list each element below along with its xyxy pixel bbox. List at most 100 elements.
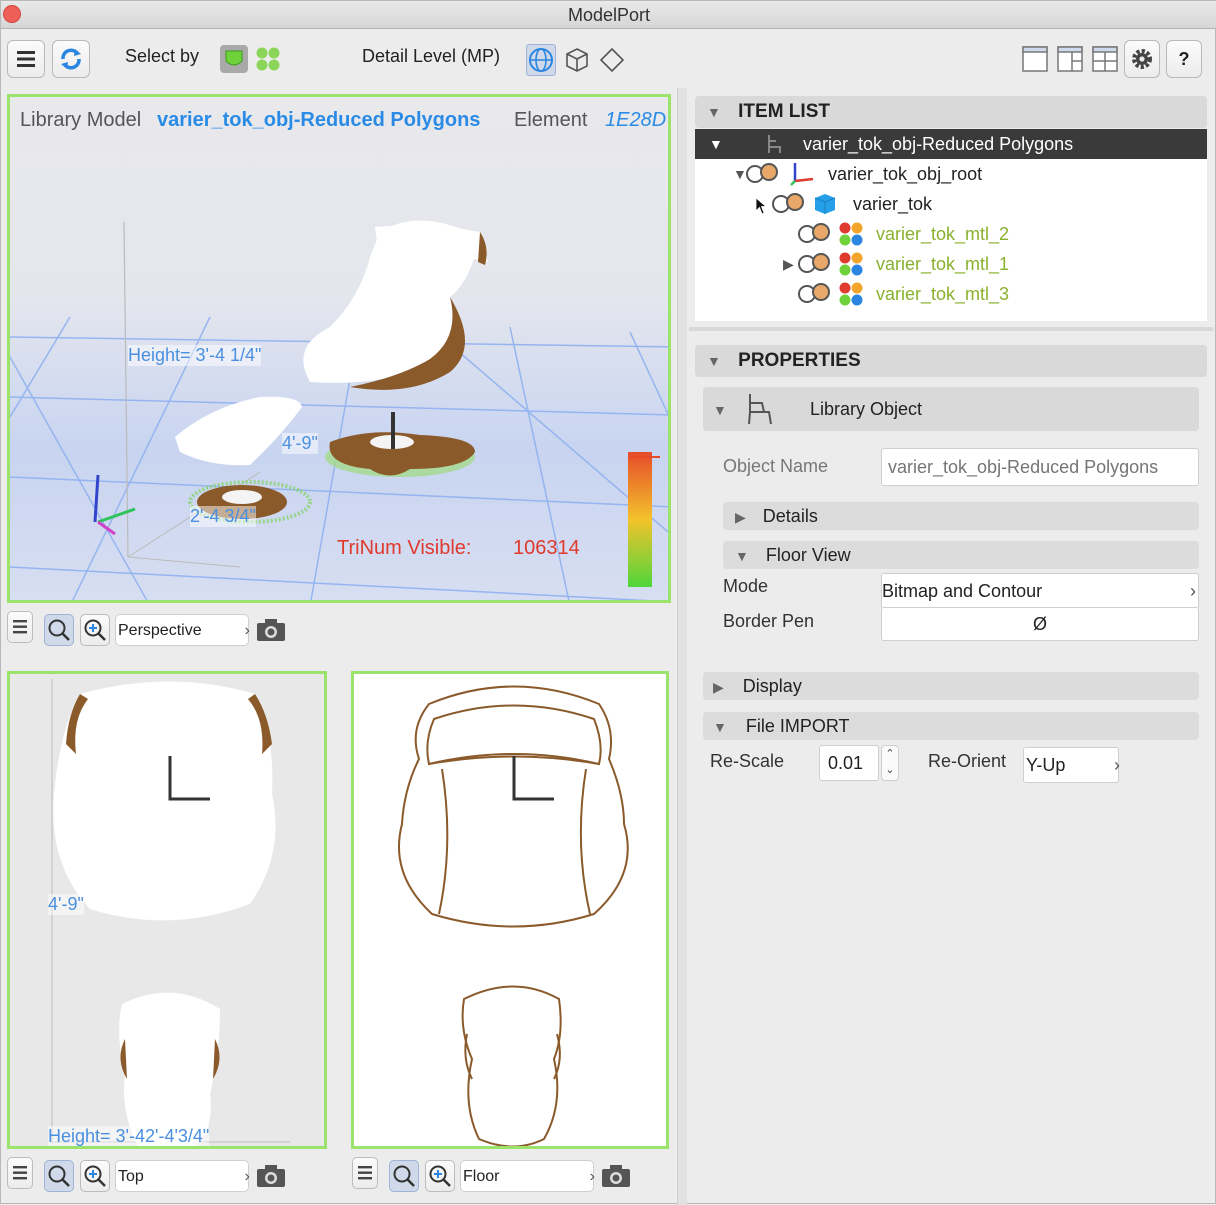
triangle-down-icon: ▼ [709,136,723,152]
visibility-glasses-icon [798,283,830,303]
top-view-snapshot-button[interactable] [255,1160,285,1192]
detail-box-button[interactable] [562,44,592,76]
floor-viewport[interactable] [351,671,669,1149]
floor-view-zoom-in-button[interactable] [425,1160,455,1192]
file-import-section[interactable]: ▼ File IMPORT [703,712,1199,740]
cube-icon [566,48,588,72]
floor-view-scene [398,685,629,1146]
library-model-label: Library Model [20,109,142,131]
stepper-down-icon[interactable]: ⌄ [882,762,898,778]
horizontal-divider[interactable] [689,327,1213,331]
visibility-glasses-icon [798,223,830,243]
zoom-in-icon [429,1165,451,1187]
chevron-right-icon: › [589,1168,595,1185]
detail-diamond-button[interactable] [597,44,627,76]
chair-icon [748,394,772,425]
help-button[interactable]: ? [1166,40,1202,78]
display-section[interactable]: ▶ Display [703,672,1199,700]
select-by-material-button[interactable] [254,45,282,73]
reorient-label: Re-Orient [928,751,1007,771]
gear-icon [1132,49,1152,69]
element-label: Element [514,109,588,131]
panel-splitter[interactable] [677,88,687,1205]
menu-button[interactable] [7,40,45,78]
tree-item-mtl-2[interactable]: varier_tok_mtl_2 [695,219,1207,249]
layout-quad-button[interactable] [1090,43,1120,75]
top-viewport[interactable]: 4'-9" Height= 3'-42'-4'3/4" [7,671,327,1149]
layout-single-button[interactable] [1020,43,1050,75]
material-icon [839,282,863,306]
triangle-down-icon: ▼ [713,719,727,735]
stepper-up-icon[interactable]: ⌃ [882,746,898,762]
detail-sphere-button[interactable] [526,44,556,76]
triangle-down-icon: ▼ [735,548,749,564]
layout-split-icon [1057,46,1083,72]
properties-header[interactable]: ▼ PROPERTIES [695,345,1207,377]
tree-item-mtl-1[interactable]: ▶ varier_tok_mtl_1 [695,249,1207,279]
mesh-cube-icon [814,194,836,214]
refresh-icon [61,48,81,70]
tree-item-mtl-3[interactable]: varier_tok_mtl_3 [695,279,1207,309]
refresh-button[interactable] [52,40,90,78]
properties-title: PROPERTIES [738,350,861,371]
mode-label: Mode [723,576,769,596]
triangle-right-icon: ▶ [713,679,724,695]
magnifier-icon [48,1165,70,1187]
axes-icon [790,163,814,186]
layout-single-icon [1022,46,1048,72]
list-icon [17,51,35,67]
display-label: Display [742,676,802,696]
floor-view-section[interactable]: ▼ Floor View [723,541,1199,569]
tree-item-root-model[interactable]: ▼ varier_tok_obj-Reduced Polygons [695,129,1207,159]
top-view-menu-button[interactable] [7,1157,33,1189]
rescale-field[interactable]: 0.01 [819,745,879,781]
height-dimension-label: Height= 3'-4 1/4" [128,345,262,366]
view3d-mode-select[interactable]: Perspective › [115,614,250,646]
perspective-viewport[interactable]: Library Model varier_tok_obj-Reduced Pol… [7,94,671,603]
close-window-button[interactable] [3,5,21,23]
mode-value: Bitmap and Contour [882,581,1043,601]
chair-icon [768,135,781,153]
top-view-mode-select[interactable]: Top › [115,1160,250,1192]
floor-view-snapshot-button[interactable] [600,1160,630,1192]
material-dots-icon [256,47,280,71]
floor-view-mode-select[interactable]: Floor › [460,1160,595,1192]
object-name-field[interactable] [881,448,1199,486]
view3d-zoom-fit-button[interactable] [44,614,74,646]
top-view-zoom-fit-button[interactable] [44,1160,74,1192]
library-model-value: varier_tok_obj-Reduced Polygons [157,109,481,131]
trinum-label: TriNum Visible: [337,537,472,559]
list-icon [13,1166,27,1180]
reorient-select[interactable]: Y-Up › [1023,747,1120,783]
select-by-object-button[interactable] [220,45,248,73]
tree-item-obj-root[interactable]: ▼ varier_tok_obj_root [695,159,1207,189]
top-width-dimension-label: 4'-9" [48,894,84,915]
triangle-right-icon: ▶ [735,509,746,525]
reorient-value: Y-Up [1026,755,1066,775]
settings-button[interactable] [1124,40,1160,78]
tree-item-varier-tok[interactable]: varier_tok [695,189,1207,219]
item-list-tree: ▼ varier_tok_obj-Reduced Polygons ▼ vari… [695,129,1207,321]
depth-dimension-label: 2'-4 3/4" [190,506,256,527]
border-pen-button[interactable]: Ø [881,607,1199,641]
view3d-zoom-in-button[interactable] [80,614,110,646]
camera-icon [602,1165,630,1187]
library-object-section[interactable]: ▼ Library Object [703,387,1199,431]
floor-view-zoom-fit-button[interactable] [389,1160,419,1192]
item-list-header[interactable]: ▼ ITEM LIST [695,96,1207,128]
tree-item-label: varier_tok_obj_root [828,164,983,184]
tree-item-label: varier_tok_mtl_2 [876,224,1010,244]
visibility-glasses-icon [746,163,778,183]
mode-select[interactable]: Bitmap and Contour › [881,573,1199,609]
details-section[interactable]: ▶ Details [723,502,1199,530]
view3d-snapshot-button[interactable] [255,614,285,646]
floor-view-menu-button[interactable] [352,1157,378,1189]
view3d-menu-button[interactable] [7,611,33,643]
triangle-down-icon: ▼ [713,402,727,418]
border-pen-label: Border Pen [723,611,815,631]
rescale-stepper[interactable]: ⌃ ⌄ [881,745,899,781]
top-view-zoom-in-button[interactable] [80,1160,110,1192]
item-list-title: ITEM LIST [738,101,830,122]
magnifier-icon [48,619,70,641]
layout-split-button[interactable] [1055,43,1085,75]
